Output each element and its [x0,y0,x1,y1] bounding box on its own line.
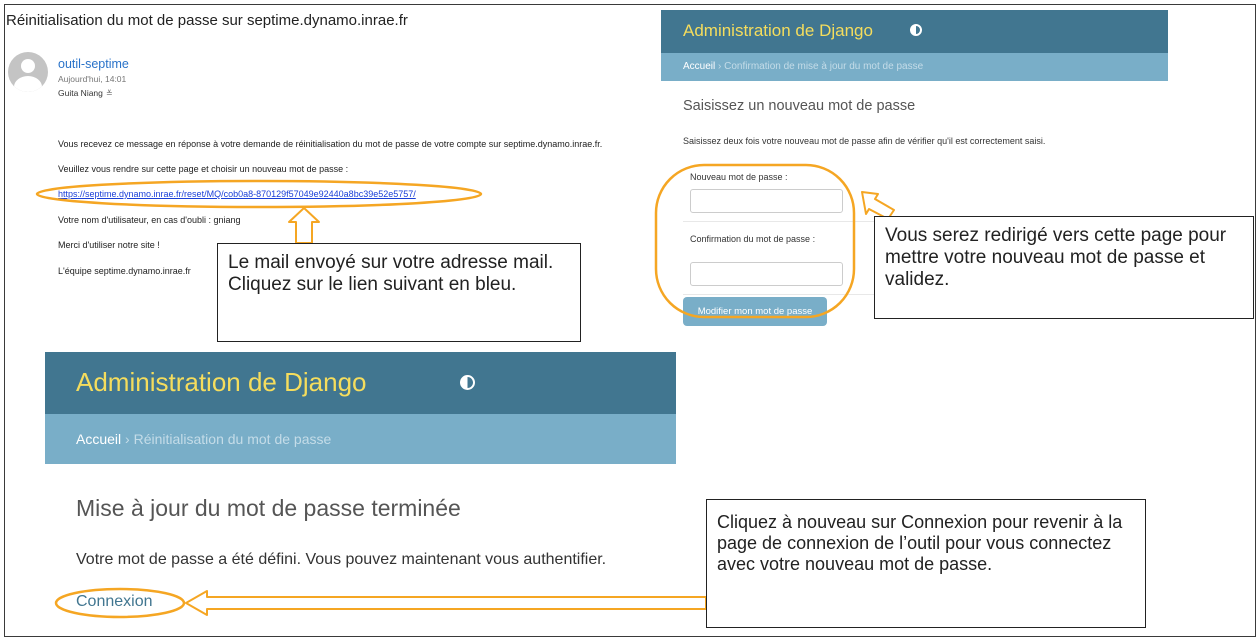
callout-redirect-instructions: Vous serez redirigé vers cette page pour… [874,216,1254,319]
email-subject: Réinitialisation du mot de passe sur sep… [6,12,408,29]
site-title[interactable]: Administration de Django [683,21,873,41]
user-avatar-icon [8,52,48,92]
site-title[interactable]: Administration de Django [76,367,367,398]
email-body-line: L'équipe septime.dynamo.inrae.fr [58,266,191,276]
half-circle-icon[interactable] [460,375,475,390]
breadcrumb: Accueil › Confirmation de mise à jour du… [661,53,1168,81]
new-password-input[interactable] [690,189,843,213]
email-body-line: Vous recevez ce message en réponse à vot… [58,139,603,149]
page-description: Votre mot de passe a été défini. Vous po… [76,551,607,568]
page-title: Saisissez un nouveau mot de passe [683,98,916,114]
email-body-line: Veuillez vous rendre sur cette page et c… [58,164,349,174]
callout-email-instructions: Le mail envoyé sur votre adresse mail. C… [217,243,581,342]
confirm-password-input[interactable] [690,262,843,286]
breadcrumb-home-link[interactable]: Accueil [76,431,121,447]
breadcrumb-current: Réinitialisation du mot de passe [133,431,332,447]
email-date: Aujourd'hui, 14:01 [58,74,127,84]
email-recipient-name: Guita Niang [58,88,103,98]
page-title: Mise à jour du mot de passe terminée [76,495,461,521]
email-sender[interactable]: outil-septime [58,57,129,71]
breadcrumb-current: Confirmation de mise à jour du mot de pa… [724,61,924,72]
login-link[interactable]: Connexion [76,593,153,611]
breadcrumb-home-link[interactable]: Accueil [683,61,715,72]
breadcrumb: Accueil › Réinitialisation du mot de pas… [45,414,676,464]
new-password-label: Nouveau mot de passe : [690,172,788,182]
email-recipient[interactable]: Guita Niang ≚ [58,88,113,98]
chevron-down-double-icon[interactable]: ≚ [106,89,113,98]
django-header: Administration de Django [45,352,676,414]
half-circle-icon[interactable] [910,24,922,36]
reset-password-link[interactable]: https://septime.dynamo.inrae.fr/reset/MQ… [58,189,416,199]
page-description: Saisissez deux fois votre nouveau mot de… [683,136,1046,146]
confirm-password-label: Confirmation du mot de passe : [690,234,816,244]
callout-login-instructions: Cliquez à nouveau sur Connexion pour rev… [706,499,1146,628]
change-password-button[interactable]: Modifier mon mot de passe [683,297,827,326]
django-header: Administration de Django [661,10,1168,53]
email-body-line: Votre nom d'utilisateur, en cas d'oubli … [58,215,241,225]
email-body-line: Merci d'utiliser notre site ! [58,240,160,250]
